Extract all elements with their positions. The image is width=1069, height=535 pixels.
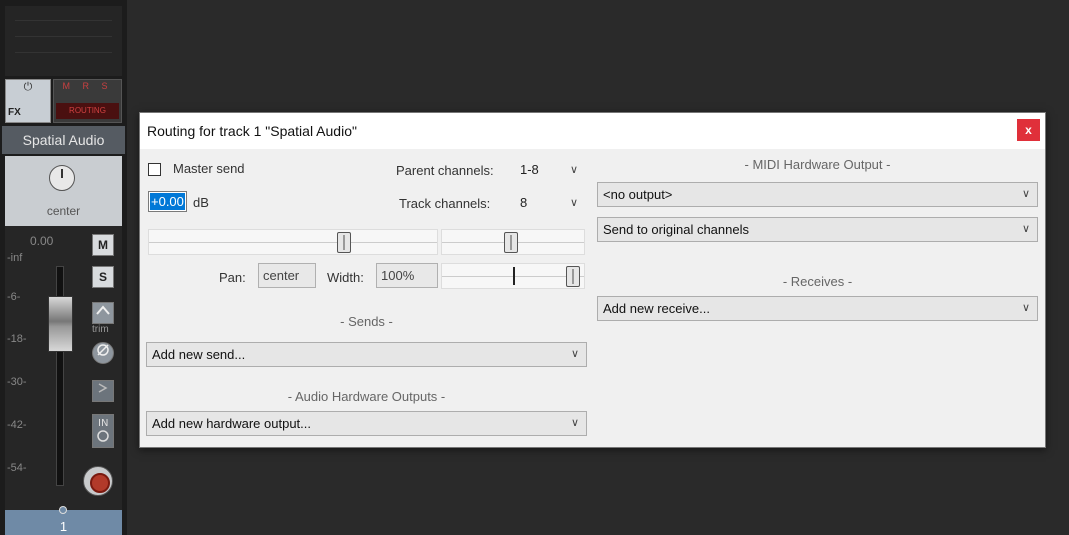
parent-channels-label: Parent channels:	[396, 163, 494, 178]
mrs-label: M R S	[62, 81, 113, 91]
track-name[interactable]: Spatial Audio	[2, 126, 125, 154]
phase-icon[interactable]	[92, 342, 114, 364]
chevron-down-icon: ∨	[570, 348, 579, 360]
meter-tick: -6-	[7, 291, 21, 303]
volume-unit: dB	[193, 195, 209, 210]
pan-section: center	[5, 156, 122, 226]
meter-tick: -54-	[7, 462, 27, 474]
sends-header: - Sends -	[340, 314, 393, 329]
chevron-down-icon: ∨	[1021, 223, 1030, 235]
routing-label: ROUTING	[56, 103, 119, 119]
width-slider[interactable]	[441, 263, 585, 289]
audio-hw-outputs-header: - Audio Hardware Outputs -	[287, 389, 446, 404]
width-label: Width:	[327, 270, 364, 285]
pan-slider[interactable]	[441, 229, 585, 255]
fx-button[interactable]: ⏻ FX	[5, 79, 51, 123]
pan-slider-thumb[interactable]	[504, 232, 518, 253]
pan-label: Pan:	[219, 270, 246, 285]
solo-button[interactable]: S	[92, 266, 114, 288]
chevron-down-icon: ∨	[1021, 302, 1030, 314]
dialog-title: Routing for track 1 "Spatial Audio"	[147, 123, 357, 139]
mute-button[interactable]: M	[92, 234, 114, 256]
volume-fader-handle[interactable]	[48, 296, 73, 352]
meter-tick: -30-	[7, 376, 27, 388]
routing-button[interactable]: M R S ROUTING	[53, 79, 122, 123]
track-insert-area	[5, 6, 122, 76]
add-send-dropdown[interactable]: Add new send... ∨	[146, 342, 587, 367]
input-monitor-icon[interactable]: IN	[92, 414, 114, 448]
fx-label: FX	[8, 107, 21, 118]
track-channels-select[interactable]: 8 ∨	[517, 193, 585, 213]
meter-tick: -18-	[7, 333, 27, 345]
chevron-down-icon: ∨	[570, 417, 579, 429]
meter-tick: -42-	[7, 419, 27, 431]
fx-bypass-icon[interactable]	[92, 380, 114, 402]
track-number: 1	[59, 519, 68, 534]
routing-dialog: Routing for track 1 "Spatial Audio" x Ma…	[139, 112, 1046, 448]
track-channels-label: Track channels:	[399, 196, 491, 211]
close-button[interactable]: x	[1017, 119, 1040, 141]
master-send-checkbox[interactable]	[148, 163, 161, 176]
parent-channels-select[interactable]: 1-8 ∨	[517, 160, 585, 180]
width-slider-thumb[interactable]	[566, 266, 580, 287]
master-send-label[interactable]: Master send	[173, 161, 245, 176]
volume-slider-thumb[interactable]	[337, 232, 351, 253]
midi-channels-dropdown[interactable]: Send to original channels ∨	[597, 217, 1038, 242]
automation-icon[interactable]	[92, 302, 114, 324]
volume-input[interactable]: +0.00	[148, 191, 187, 212]
track-number-bar: 1	[5, 506, 122, 535]
midi-hw-output-header: - MIDI Hardware Output -	[744, 157, 891, 172]
chevron-down-icon: ∨	[569, 197, 578, 209]
svg-text:IN: IN	[98, 418, 108, 429]
midi-output-dropdown[interactable]: <no output> ∨	[597, 182, 1038, 207]
volume-slider[interactable]	[148, 229, 438, 255]
width-center-marker	[513, 267, 515, 285]
pan-readout: center	[46, 204, 81, 218]
mixer-track-strip: ⏻ FX M R S ROUTING Spatial Audio center …	[0, 0, 127, 535]
volume-meter-area: 0.00 -inf -6- -18- -30- -42- -54- M S tr…	[5, 226, 122, 510]
power-icon[interactable]: ⏻	[6, 81, 50, 94]
pan-input[interactable]: center	[258, 263, 316, 288]
add-hw-output-dropdown[interactable]: Add new hardware output... ∨	[146, 411, 587, 436]
volume-readout: 0.00	[30, 234, 54, 248]
receives-header: - Receives -	[782, 274, 853, 289]
width-input[interactable]: 100%	[376, 263, 438, 288]
record-arm-button[interactable]	[83, 466, 113, 496]
add-receive-dropdown[interactable]: Add new receive... ∨	[597, 296, 1038, 321]
dialog-content: Master send Parent channels: 1-8 ∨ +0.00…	[140, 149, 1045, 447]
pan-knob[interactable]	[49, 165, 75, 191]
width-handle[interactable]	[59, 506, 67, 514]
dialog-titlebar[interactable]: Routing for track 1 "Spatial Audio" x	[140, 113, 1045, 149]
trim-label: trim	[92, 324, 109, 335]
meter-tick: -inf	[7, 252, 23, 264]
chevron-down-icon: ∨	[1021, 188, 1030, 200]
chevron-down-icon: ∨	[569, 164, 578, 176]
